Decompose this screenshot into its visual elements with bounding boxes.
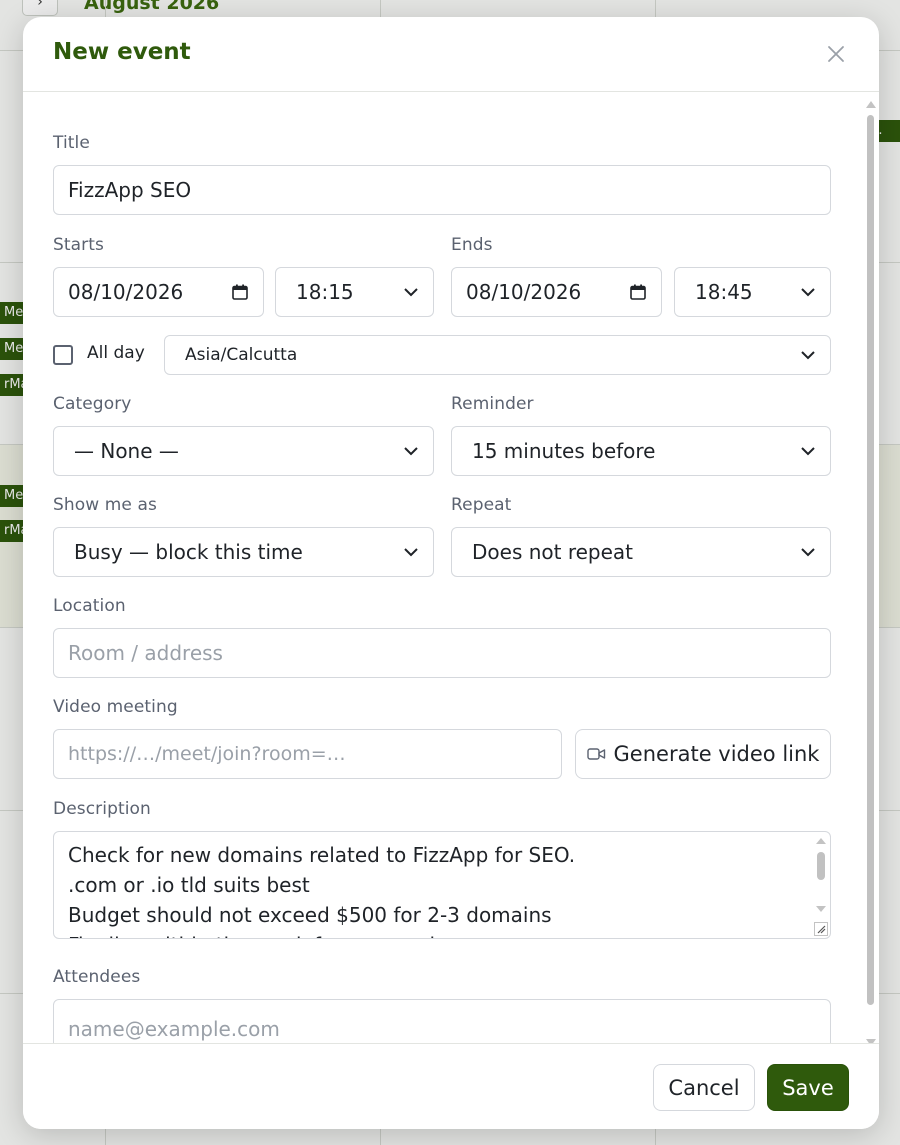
start-time-select[interactable]: 18:15 <box>275 267 434 317</box>
chevron-down-icon <box>801 447 815 456</box>
description-line: .com or .io tld suits best <box>68 873 310 897</box>
starts-label: Starts <box>53 235 104 255</box>
end-date-input[interactable]: 08/10/2026 <box>451 267 662 317</box>
dialog-header: New event <box>23 17 879 92</box>
chevron-down-icon <box>801 548 815 557</box>
reminder-select[interactable]: 15 minutes before <box>451 426 831 476</box>
description-line: Check for new domains related to FizzApp… <box>68 843 576 867</box>
title-value: FizzApp SEO <box>68 178 192 202</box>
scroll-up-arrow[interactable] <box>866 101 876 108</box>
timezone-select[interactable]: Asia/Calcutta <box>164 335 831 375</box>
generate-video-link-label: Generate video link <box>613 742 820 766</box>
start-date-input[interactable]: 08/10/2026 <box>53 267 264 317</box>
scroll-down-arrow[interactable] <box>816 906 826 912</box>
description-scrollbar[interactable] <box>816 838 826 934</box>
generate-video-link-button[interactable]: Generate video link <box>575 729 831 779</box>
location-input[interactable]: Room / address <box>53 628 831 678</box>
end-time-value: 18:45 <box>695 280 753 304</box>
chevron-down-icon <box>801 288 815 297</box>
video-meeting-input[interactable]: https://…/meet/join?room=… <box>53 729 562 779</box>
video-meeting-placeholder: https://…/meet/join?room=… <box>68 743 346 765</box>
reminder-label: Reminder <box>451 394 534 414</box>
save-button[interactable]: Save <box>767 1064 849 1111</box>
new-event-dialog: New event Title FizzApp SEO Starts Ends … <box>23 17 879 1129</box>
chevron-down-icon <box>404 447 418 456</box>
location-label: Location <box>53 596 126 616</box>
repeat-value: Does not repeat <box>472 540 634 564</box>
all-day-checkbox[interactable] <box>53 345 73 365</box>
start-date-value: 08/10/2026 <box>68 280 184 304</box>
attendees-placeholder: name@example.com <box>68 1017 280 1041</box>
resize-grip-icon[interactable] <box>814 922 828 936</box>
end-date-value: 08/10/2026 <box>466 280 582 304</box>
chevron-down-icon <box>801 351 815 360</box>
calendar-icon[interactable] <box>231 283 249 301</box>
all-day-label[interactable]: All day <box>87 343 145 363</box>
category-select[interactable]: — None — <box>53 426 434 476</box>
end-time-select[interactable]: 18:45 <box>674 267 831 317</box>
dialog-title: New event <box>53 39 191 65</box>
close-button[interactable] <box>825 43 847 65</box>
category-label: Category <box>53 394 132 414</box>
cancel-button[interactable]: Cancel <box>653 1064 755 1111</box>
description-line: Finalize within the week for approval. <box>68 930 816 938</box>
scroll-up-arrow[interactable] <box>816 838 826 844</box>
location-placeholder: Room / address <box>68 641 223 665</box>
attendees-input[interactable]: name@example.com <box>53 999 831 1043</box>
chevron-down-icon <box>404 548 418 557</box>
start-time-value: 18:15 <box>296 280 354 304</box>
scroll-thumb[interactable] <box>867 115 874 1005</box>
timezone-value: Asia/Calcutta <box>185 345 298 365</box>
dialog-scrollbar[interactable] <box>865 101 876 1046</box>
description-textarea[interactable]: Check for new domains related to FizzApp… <box>53 831 831 939</box>
description-label: Description <box>53 799 151 819</box>
reminder-value: 15 minutes before <box>472 439 656 463</box>
title-input[interactable]: FizzApp SEO <box>53 165 831 215</box>
show-me-as-label: Show me as <box>53 495 157 515</box>
show-me-as-select[interactable]: Busy — block this time <box>53 527 434 577</box>
close-icon <box>828 46 844 62</box>
category-value: — None — <box>74 439 179 463</box>
show-me-as-value: Busy — block this time <box>74 540 303 564</box>
dialog-footer: Cancel Save <box>23 1043 879 1129</box>
video-camera-icon <box>586 748 605 760</box>
title-label: Title <box>53 133 90 153</box>
ends-label: Ends <box>451 235 493 255</box>
repeat-select[interactable]: Does not repeat <box>451 527 831 577</box>
chevron-down-icon <box>404 288 418 297</box>
repeat-label: Repeat <box>451 495 512 515</box>
video-meeting-label: Video meeting <box>53 697 178 717</box>
description-line: Budget should not exceed $500 for 2-3 do… <box>68 903 552 927</box>
calendar-icon[interactable] <box>629 283 647 301</box>
scroll-thumb[interactable] <box>817 852 825 880</box>
attendees-label: Attendees <box>53 967 141 987</box>
dialog-body: Title FizzApp SEO Starts Ends 08/10/2026… <box>23 92 879 1043</box>
